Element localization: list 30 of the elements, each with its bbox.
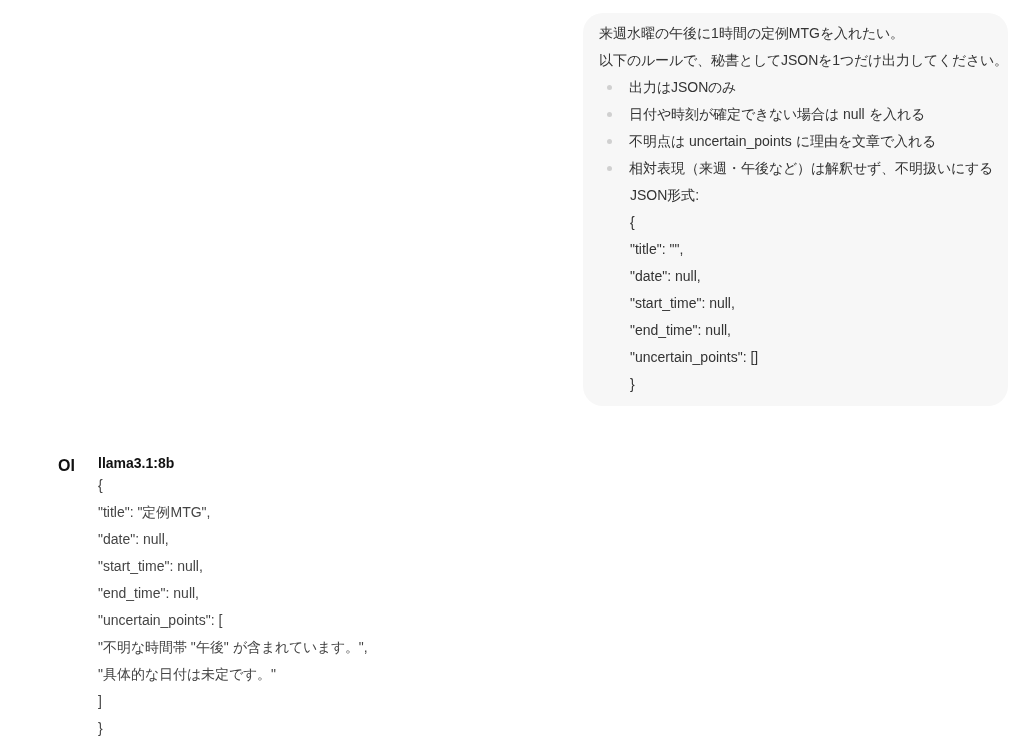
response-text: "title": "定例MTG", bbox=[98, 503, 211, 522]
response-text: "不明な時間帯 "午後" が含まれています。", bbox=[98, 638, 368, 657]
message-text: { bbox=[630, 213, 635, 232]
model-name: llama3.1:8b bbox=[98, 454, 175, 472]
response-text: "具体的な日付は未定です。" bbox=[98, 665, 276, 684]
list-item: 日付や時刻が確定できない場合は null を入れる bbox=[629, 105, 925, 124]
model-logo: OI bbox=[58, 457, 76, 475]
bullet-icon bbox=[607, 85, 612, 90]
response-text: "date": null, bbox=[98, 530, 169, 549]
message-text: 来週水曜の午後に1時間の定例MTGを入れたい。 bbox=[599, 24, 904, 43]
message-text: "end_time": null, bbox=[630, 321, 731, 340]
bullet-icon bbox=[607, 112, 612, 117]
response-text: "start_time": null, bbox=[98, 557, 203, 576]
response-text: { bbox=[98, 476, 103, 495]
response-text: "uncertain_points": [ bbox=[98, 611, 223, 630]
list-item: 出力はJSONのみ bbox=[629, 78, 737, 97]
message-text: JSON形式: bbox=[630, 186, 700, 205]
bullet-icon bbox=[607, 166, 612, 171]
bullet-icon bbox=[607, 139, 612, 144]
message-text: "uncertain_points": [] bbox=[630, 348, 759, 367]
list-item: 不明点は uncertain_points に理由を文章で入れる bbox=[629, 132, 936, 151]
response-text: "end_time": null, bbox=[98, 584, 199, 603]
message-text: "date": null, bbox=[630, 267, 701, 286]
list-item: 相対表現（来週・午後など）は解釈せず、不明扱いにする bbox=[629, 159, 993, 178]
response-text: ] bbox=[98, 692, 102, 711]
message-text: "title": "", bbox=[630, 240, 684, 259]
message-text: } bbox=[630, 375, 635, 394]
message-text: 以下のルールで、秘書としてJSONを1つだけ出力してください。 bbox=[599, 51, 1009, 70]
message-text: "start_time": null, bbox=[630, 294, 735, 313]
response-text: } bbox=[98, 719, 103, 738]
